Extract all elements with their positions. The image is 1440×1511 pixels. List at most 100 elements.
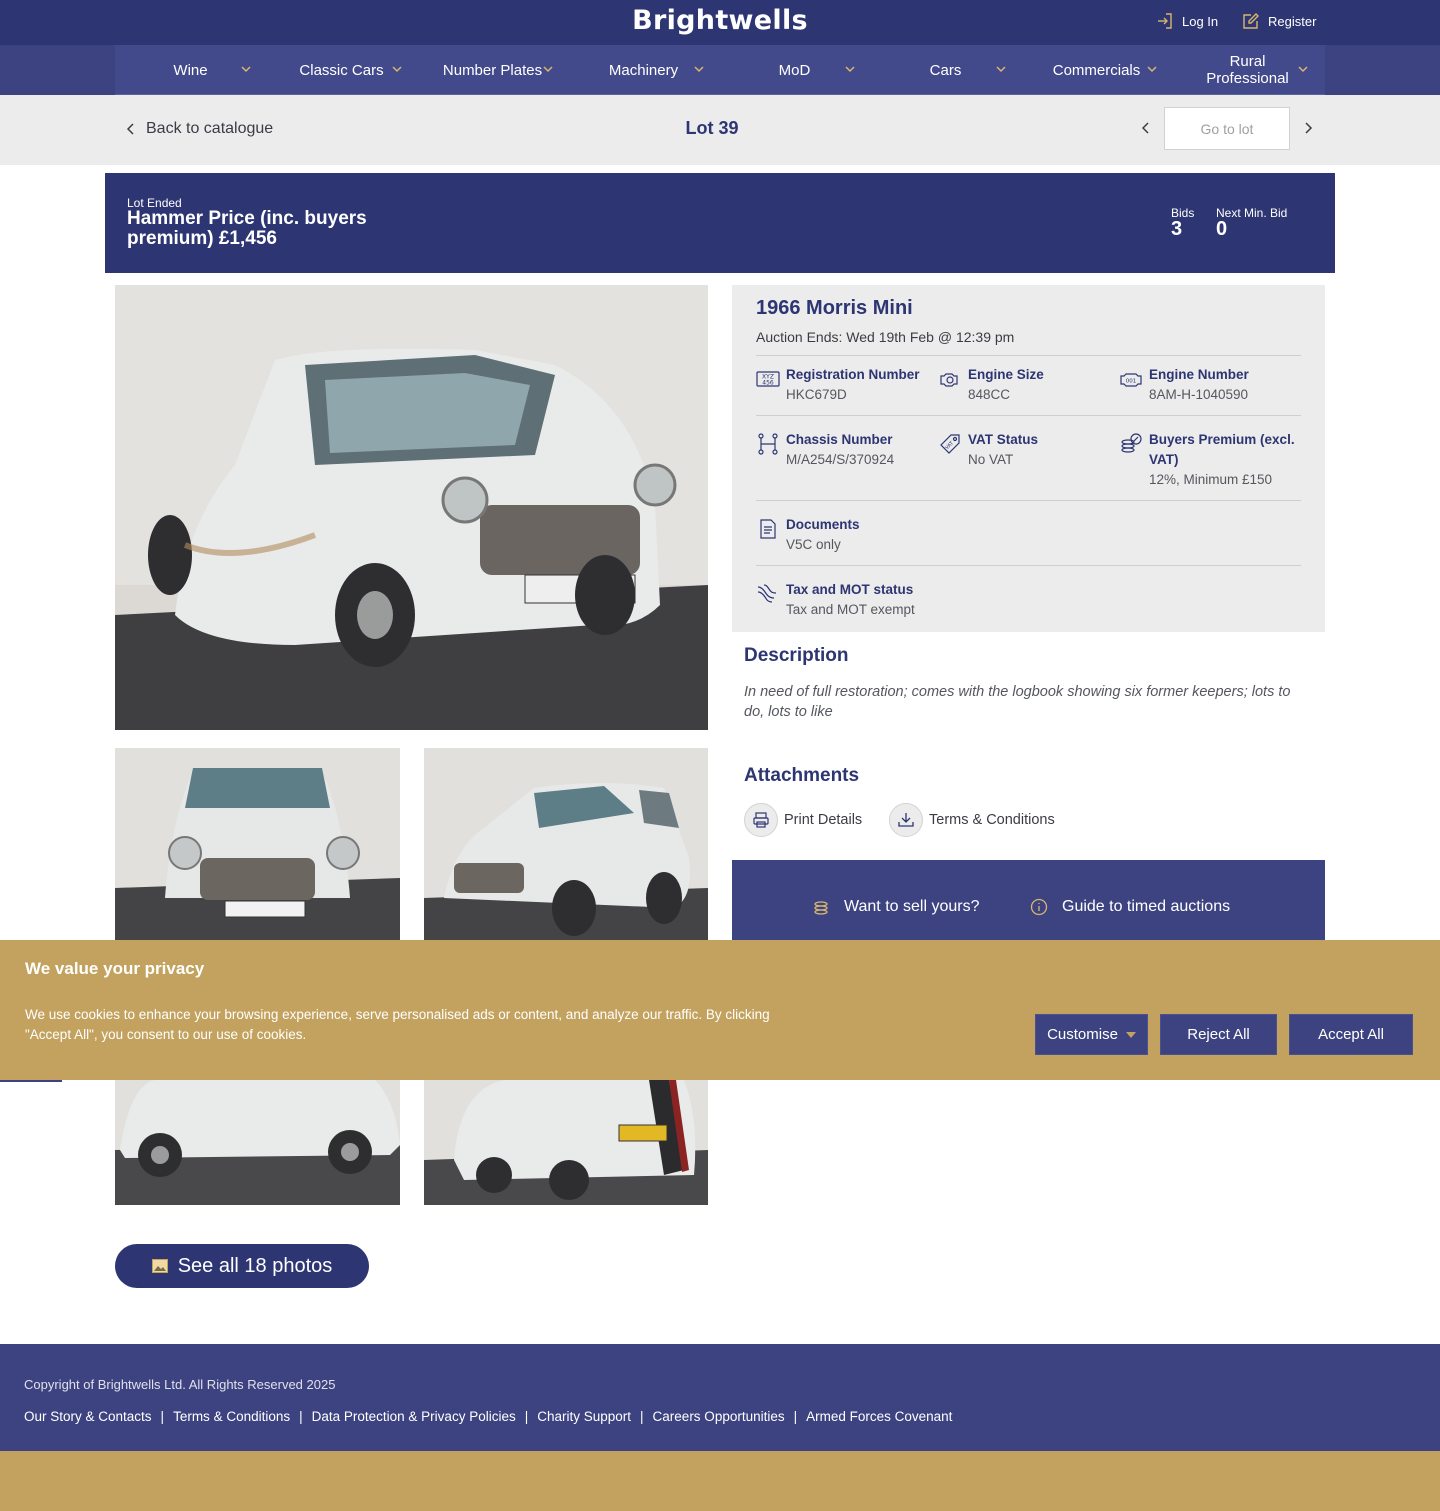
spec-value: V5C only	[786, 537, 841, 552]
description-heading: Description	[744, 645, 849, 666]
footer-link[interactable]: Armed Forces Covenant	[806, 1409, 952, 1424]
register-label: Register	[1268, 13, 1317, 29]
spec-engine-size: Engine Size 848CC	[938, 365, 1118, 405]
spec-value: 12%, Minimum £150	[1149, 472, 1273, 487]
caret-down-icon	[1125, 1031, 1136, 1038]
cookie-consent-banner: We value your privacy We use cookies to …	[0, 940, 1440, 1080]
lot-title: 1966 Morris Mini	[756, 297, 913, 319]
reject-all-button[interactable]: Reject All	[1160, 1014, 1277, 1055]
chevron-down-icon	[996, 66, 1006, 73]
car-side-image	[115, 1080, 400, 1205]
nav-item-mod[interactable]: MoD	[719, 45, 870, 95]
nav-item-wine[interactable]: Wine	[115, 45, 266, 95]
footer-link-separator: |	[299, 1409, 303, 1424]
engine-number-icon: 001	[1120, 373, 1142, 387]
bids-value: 3	[1171, 218, 1183, 240]
nav-item-label: Classic Cars	[299, 61, 384, 79]
auction-end-time: Auction Ends: Wed 19th Feb @ 12:39 pm	[756, 329, 1015, 345]
spec-value: 848CC	[968, 387, 1011, 402]
top-bar: Brightwells Log In Register	[0, 0, 1440, 45]
spec-tax-mot: Tax and MOT status Tax and MOT exempt	[756, 580, 1016, 620]
spec-label: VAT Status	[968, 432, 1039, 447]
spec-registration-number: XYZ 456 Registration Number HKC679D	[756, 365, 936, 405]
bids-count: Bids 3	[1171, 206, 1194, 240]
car-photo-side-front[interactable]	[424, 748, 708, 940]
nav-item-cars[interactable]: Cars	[870, 45, 1021, 95]
nav-item-label: Wine	[173, 61, 208, 79]
print-icon	[753, 812, 769, 828]
footer-link[interactable]: Charity Support	[537, 1409, 631, 1424]
footer-link-separator: |	[524, 1409, 529, 1424]
description-text: In need of full restoration; comes with …	[744, 684, 1291, 720]
guide-timed-auctions-label: Guide to timed auctions	[1062, 898, 1231, 915]
nav-item-machinery[interactable]: Machinery	[568, 45, 719, 95]
lot-number-title: Lot 39	[685, 118, 739, 138]
footer-links: Our Story & Contacts | Terms & Conditions |…	[24, 1409, 952, 1424]
customise-label: Customise	[1047, 1026, 1118, 1043]
nav-item-label: Commercials	[1052, 61, 1141, 79]
car-front-three-quarter-image	[115, 285, 708, 730]
car-rear-image	[424, 1080, 708, 1205]
edit-icon	[1243, 13, 1259, 29]
download-icon-wrapper	[889, 803, 923, 837]
chevron-down-icon	[392, 66, 402, 73]
cookie-title: We value your privacy	[25, 959, 205, 978]
main-car-photo[interactable]	[115, 285, 708, 730]
spec-value: M/A254/S/370924	[786, 452, 895, 467]
chevron-down-icon	[241, 66, 251, 73]
want-to-sell-link[interactable]: Want to sell yours?	[812, 898, 979, 916]
print-icon-wrapper	[744, 803, 778, 837]
spec-value: Tax and MOT exempt	[786, 602, 915, 617]
car-photo-front[interactable]	[115, 748, 400, 940]
nav-item-label: Cars	[929, 61, 962, 79]
chevron-down-icon	[1298, 66, 1308, 73]
footer-link[interactable]: Terms & Conditions	[173, 1409, 290, 1424]
terms-conditions-label: Terms & Conditions	[929, 812, 1055, 828]
download-icon	[898, 813, 914, 827]
chassis-icon	[758, 433, 778, 455]
back-to-catalogue-link[interactable]: Back to catalogue	[126, 120, 273, 138]
car-photo-rear[interactable]	[424, 1080, 708, 1205]
footer-link[interactable]: Data Protection & Privacy Policies	[312, 1409, 516, 1424]
go-to-lot-input[interactable]	[1164, 107, 1290, 150]
svg-text:001: 001	[1126, 379, 1137, 385]
nav-item-rural-professional[interactable]: Rural Professional	[1172, 45, 1323, 95]
spec-vat-status: VAT VAT Status No VAT	[938, 430, 1118, 470]
coins-percent-icon	[1121, 433, 1142, 453]
divider	[756, 415, 1301, 416]
customise-cookies-button[interactable]: Customise	[1035, 1014, 1148, 1055]
nav-item-label: Number Plates	[442, 61, 543, 79]
footer-link[interactable]: Our Story & Contacts	[24, 1409, 152, 1424]
svg-text:VAT: VAT	[944, 440, 955, 451]
main-nav: Wine Classic Cars Number Plates Machinery Mo…	[0, 45, 1440, 95]
registration-plate-icon: XYZ456	[756, 371, 780, 387]
lot-details-panel: 1966 Morris Mini Auction Ends: Wed 19th …	[732, 285, 1325, 632]
nav-item-commercials[interactable]: Commercials	[1021, 45, 1172, 95]
nav-item-number-plates[interactable]: Number Plates	[417, 45, 568, 95]
next-lot-icon[interactable]	[1302, 121, 1314, 135]
document-icon	[760, 519, 776, 539]
info-icon	[1030, 898, 1048, 916]
sell-guide-bar: Want to sell yours? Guide to timed aucti…	[732, 860, 1325, 940]
previous-lot-icon[interactable]	[1140, 121, 1152, 135]
spec-value: HKC679D	[786, 387, 847, 402]
nav-item-label: Rural Professional	[1206, 53, 1289, 87]
image-icon	[151, 1259, 168, 1273]
lot-navigation-bar: Back to catalogue Lot 39	[0, 95, 1440, 165]
guide-timed-auctions-link[interactable]: Guide to timed auctions	[1030, 898, 1230, 916]
divider	[0, 1080, 62, 1082]
see-all-photos-button[interactable]: See all 18 photos	[115, 1244, 369, 1288]
footer-bottom-band	[0, 1451, 1440, 1511]
spec-buyers-premium: Buyers Premium (excl. VAT) 12%, Minimum £…	[1119, 430, 1299, 490]
footer-link[interactable]: Careers Opportunities	[653, 1409, 785, 1424]
login-link[interactable]: Log In	[1156, 12, 1218, 30]
register-link[interactable]: Register	[1242, 12, 1316, 30]
cookie-text: We use cookies to enhance your browsing …	[25, 1007, 770, 1042]
accept-all-button[interactable]: Accept All	[1289, 1014, 1413, 1055]
car-photo-side[interactable]	[115, 1080, 400, 1205]
brightwells-logo[interactable]: Brightwells	[0, 5, 1440, 36]
print-details-button[interactable]: Print Details	[744, 803, 862, 837]
terms-download-button[interactable]: Terms & Conditions	[889, 803, 1055, 837]
wind-icon	[757, 584, 777, 603]
nav-item-classic-cars[interactable]: Classic Cars	[266, 45, 417, 95]
